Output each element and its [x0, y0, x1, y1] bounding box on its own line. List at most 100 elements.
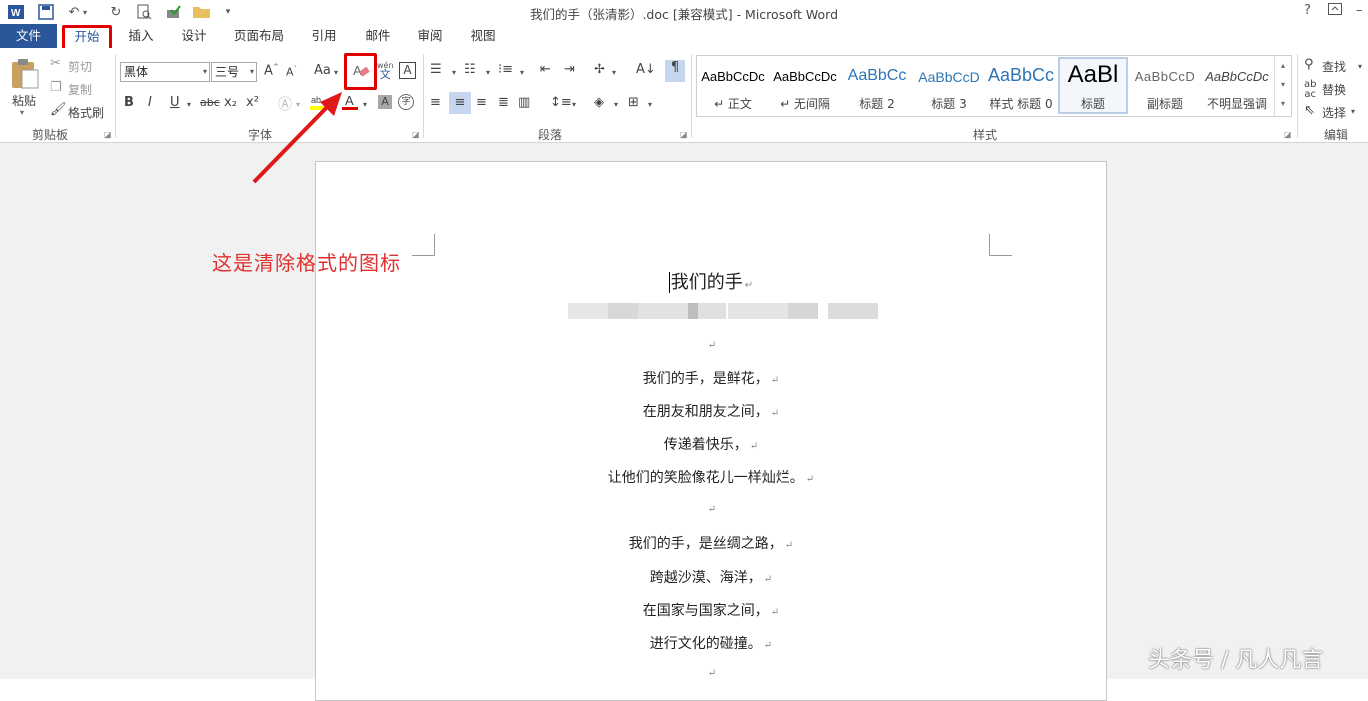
borders-icon[interactable]: ⊞ — [628, 95, 639, 110]
line-spacing-icon[interactable]: ↕≡ — [550, 95, 572, 110]
clear-formatting-icon[interactable]: A — [353, 62, 371, 83]
tab-file[interactable]: 文件 — [0, 24, 57, 48]
phonetic-guide-icon[interactable]: wén 文 — [377, 61, 394, 81]
font-name-combo[interactable]: 黑体 ▾ — [120, 62, 210, 82]
change-case-dropdown-icon[interactable]: ▾ — [334, 68, 338, 77]
styles-group-label: 样式 — [972, 128, 997, 142]
blurred-author-line — [568, 301, 890, 321]
poem-line: 传递着快乐， ↵ — [663, 437, 759, 453]
distributed-icon[interactable]: ▥ — [518, 95, 530, 110]
font-size-value: 三号 — [215, 65, 240, 79]
bullets-dropdown-icon[interactable]: ▾ — [452, 68, 456, 77]
font-color-dropdown-icon[interactable]: ▾ — [363, 100, 367, 109]
align-right-icon[interactable]: ≡ — [476, 95, 487, 110]
tab-view[interactable]: 视图 — [463, 24, 503, 48]
tab-mailings[interactable]: 邮件 — [358, 24, 398, 48]
grow-font-icon[interactable]: A^ — [264, 63, 279, 78]
replace-button[interactable]: 替换 — [1322, 81, 1346, 98]
style-item-normal[interactable]: AaBbCcDc ↵ 正文 — [698, 57, 768, 114]
align-left-icon[interactable]: ≡ — [430, 95, 441, 110]
style-item-no-spacing[interactable]: AaBbCcDc ↵ 无间隔 — [770, 57, 840, 114]
show-formatting-marks-icon[interactable]: ¶ — [665, 60, 685, 82]
line-spacing-dropdown-icon[interactable]: ▾ — [572, 100, 576, 109]
shrink-font-icon[interactable]: Aˇ — [286, 65, 297, 79]
clipboard-launcher-icon[interactable]: ◪ — [104, 130, 112, 139]
document-title-line[interactable]: 我们的手 ↵ — [316, 268, 1106, 294]
underline-dropdown-icon[interactable]: ▾ — [187, 100, 191, 109]
select-dropdown-icon[interactable]: ▾ — [1351, 107, 1355, 116]
style-item-heading-2[interactable]: AaBbCc 标题 2 — [842, 57, 912, 114]
decrease-indent-icon[interactable]: ⇤ — [540, 62, 551, 77]
change-case-button[interactable]: Aa — [314, 63, 331, 78]
paragraph-launcher-icon[interactable]: ◪ — [680, 130, 688, 139]
enclose-characters-icon[interactable]: 字 — [398, 94, 414, 110]
increase-indent-icon[interactable]: ⇥ — [564, 62, 575, 77]
tab-references[interactable]: 引用 — [304, 24, 344, 48]
copy-icon: ❐ — [50, 80, 62, 95]
styles-launcher-icon[interactable]: ◪ — [1284, 130, 1292, 139]
chinese-layout-icon[interactable]: ✢ — [594, 62, 605, 77]
poem-line: 我们的手，是丝绸之路， ↵ — [628, 536, 794, 552]
tab-review[interactable]: 审阅 — [410, 24, 450, 48]
style-sample: AaBbCcD — [918, 69, 980, 85]
paste-dropdown-icon[interactable]: ▾ — [20, 108, 24, 117]
align-center-icon[interactable]: ≡ — [449, 92, 471, 114]
gallery-scroll[interactable]: ▴ ▾ ▾ — [1274, 56, 1291, 116]
select-button[interactable]: 选择 — [1322, 104, 1346, 121]
paragraph-group-label: 段落 — [537, 128, 562, 142]
empty-paragraph: ↵ — [707, 668, 717, 679]
chinese-layout-dropdown-icon[interactable]: ▾ — [612, 68, 616, 77]
find-dropdown-icon[interactable]: ▾ — [1358, 62, 1362, 71]
numbering-dropdown-icon[interactable]: ▾ — [486, 68, 490, 77]
copy-button[interactable]: 复制 — [68, 81, 92, 98]
style-sample: AaBl — [1067, 61, 1119, 88]
style-item-subtitle[interactable]: AaBbCcD 副标题 — [1130, 57, 1200, 114]
cut-button[interactable]: 剪切 — [68, 58, 92, 75]
strikethrough-button[interactable]: abc — [200, 96, 220, 109]
style-sample: AaBbCc — [987, 65, 1055, 85]
paste-button[interactable]: 粘贴 — [12, 92, 36, 109]
shading-icon[interactable]: ◈ — [594, 95, 604, 110]
character-shading-icon[interactable]: A — [378, 95, 392, 109]
tab-page-layout[interactable]: 页面布局 — [228, 24, 290, 48]
margin-corner — [990, 255, 1012, 256]
phonetic-bottom: 文 — [379, 68, 391, 81]
borders-dropdown-icon[interactable]: ▾ — [648, 100, 652, 109]
style-item-title[interactable]: AaBl 标题 — [1058, 57, 1128, 114]
tab-insert[interactable]: 插入 — [122, 24, 160, 48]
multilevel-dropdown-icon[interactable]: ▾ — [520, 68, 524, 77]
minimize-icon[interactable]: – — [1356, 3, 1363, 18]
empty-paragraph: ↵ — [707, 340, 717, 351]
style-name: 标题 3 — [931, 97, 967, 111]
bold-button[interactable]: B — [124, 95, 134, 110]
shading-dropdown-icon[interactable]: ▾ — [614, 100, 618, 109]
style-name: 标题 — [1080, 97, 1105, 111]
find-button[interactable]: 查找 — [1322, 58, 1346, 75]
subscript-button[interactable]: x₂ — [224, 95, 237, 110]
doc-title-text: 我们的手 — [668, 272, 743, 293]
style-item-heading-3[interactable]: AaBbCcD 标题 3 — [914, 57, 984, 114]
underline-button[interactable]: U — [170, 95, 180, 110]
font-size-combo[interactable]: 三号 ▾ — [211, 62, 257, 82]
font-launcher-icon[interactable]: ◪ — [412, 130, 420, 139]
style-item-heading-0[interactable]: AaBbCc 样式 标题 0 — [986, 57, 1056, 114]
paragraph-mark: ↵ — [744, 280, 754, 291]
format-painter-button[interactable]: 格式刷 — [68, 104, 104, 121]
group-separator — [1297, 54, 1298, 138]
numbering-icon[interactable]: ☷ — [464, 62, 476, 77]
style-name: 副标题 — [1146, 97, 1183, 111]
bullets-icon[interactable]: ☰ — [430, 62, 442, 77]
sort-icon[interactable]: A↓ — [636, 62, 656, 77]
multilevel-list-icon[interactable]: ⁝≡ — [498, 62, 513, 77]
help-icon[interactable]: ? — [1304, 3, 1311, 18]
ribbon-display-icon[interactable] — [1328, 3, 1342, 19]
justify-icon[interactable]: ≣ — [498, 95, 509, 110]
paste-icon[interactable] — [8, 58, 40, 93]
italic-button[interactable]: I — [148, 95, 152, 110]
tab-design[interactable]: 设计 — [174, 24, 214, 48]
character-border-icon[interactable]: A — [399, 62, 416, 79]
style-name: 样式 标题 0 — [989, 97, 1053, 111]
style-sample: AaBbCcDc — [1205, 69, 1269, 84]
font-name-value: 黑体 — [124, 65, 149, 79]
style-item-subtle-emphasis[interactable]: AaBbCcDc 不明显强调 — [1202, 57, 1272, 114]
